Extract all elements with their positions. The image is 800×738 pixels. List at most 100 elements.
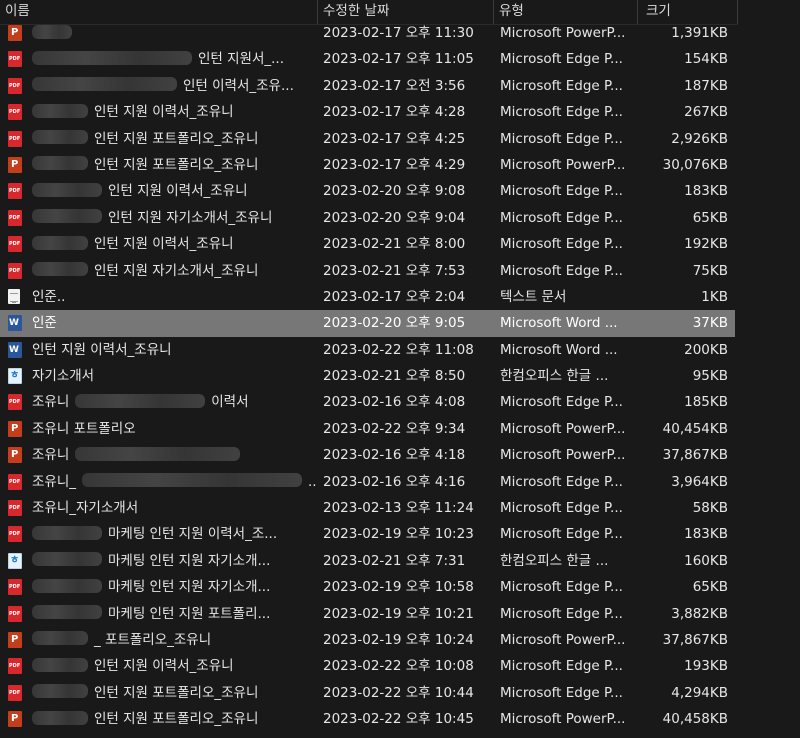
- file-row[interactable]: 인턴 지원 이력서_조유니 2023-02-21 오후 8:00 Microsoft…: [0, 231, 735, 257]
- file-date-modified: 2023-02-21 오후 8:50: [323, 368, 466, 385]
- file-size: 40,454KB: [662, 420, 728, 437]
- file-row[interactable]: 2023-02-17 오후 11:30 Microsoft PowerP... 1,…: [0, 20, 735, 46]
- redacted-text: [75, 393, 206, 408]
- file-row[interactable]: 인턴 지원 이력서_조유니 2023-02-17 오후 4:28 Microsoft…: [0, 99, 735, 125]
- file-icon-cell: [8, 73, 24, 99]
- file-date-modified: 2023-02-20 오후 9:08: [323, 183, 466, 200]
- file-date-modified: 2023-02-17 오전 3:56: [323, 77, 466, 94]
- file-date-modified: 2023-02-22 오후 11:08: [323, 341, 474, 358]
- file-name-text: 인턴 지원서_...: [198, 51, 285, 68]
- redacted-text: [32, 552, 102, 567]
- file-size: 65KB: [692, 209, 728, 226]
- file-date-modified: 2023-02-21 오후 8:00: [323, 236, 466, 253]
- file-date-modified: 2023-02-16 오후 4:18: [323, 447, 466, 464]
- file-size: 185KB: [684, 394, 728, 411]
- txt-file-icon: [8, 288, 20, 304]
- file-row[interactable]: 마케팅 인턴 지원 자기소개... 2023-02-21 오후 7:31 한컴오피스…: [0, 548, 735, 574]
- file-name: 인턴 지원 이력서_조유니: [32, 337, 316, 363]
- hwp-file-icon: [8, 368, 22, 385]
- file-name-text: 조유니_자기소개서: [32, 500, 139, 517]
- redacted-text: [32, 525, 102, 540]
- file-row[interactable]: _ 포트폴리오_조유니 2023-02-19 오후 10:24 Microsoft …: [0, 627, 735, 653]
- file-name-text: 인턴 지원 포트폴리오_조유니: [94, 130, 259, 147]
- ppt-file-icon: [8, 711, 22, 728]
- file-icon-cell: [8, 152, 24, 178]
- file-name: 조유니: [32, 442, 316, 468]
- file-date-modified: 2023-02-19 오후 10:23: [323, 526, 474, 543]
- file-name-text: 인턴 이력서_조유...: [183, 77, 294, 94]
- file-size: 154KB: [684, 51, 728, 68]
- file-name-text: 인턴 지원 포트폴리오_조유니: [94, 684, 259, 701]
- file-row[interactable]: 인준.. 2023-02-17 오후 2:04 텍스트 문서 1KB: [0, 284, 735, 310]
- file-size: 95KB: [692, 368, 728, 385]
- file-row[interactable]: 마케팅 인턴 지원 이력서_조... 2023-02-19 오후 10:23 Mic…: [0, 521, 735, 547]
- file-icon-cell: [8, 416, 24, 442]
- file-row[interactable]: 마케팅 인턴 지원 자기소개... 2023-02-19 오후 10:58 Micr…: [0, 574, 735, 600]
- file-list: 2023-02-17 오후 11:30 Microsoft PowerP... 1,…: [0, 20, 800, 733]
- file-name-text: 마케팅 인턴 지원 이력서_조...: [108, 526, 278, 543]
- file-name-text: 마케팅 인턴 지원 자기소개...: [108, 552, 271, 569]
- file-icon-cell: [8, 680, 24, 706]
- file-row[interactable]: 조유니 이력서 2023-02-16 오후 4:08 Microsoft Edge P…: [0, 389, 735, 415]
- file-type: Microsoft Edge P...: [500, 684, 623, 701]
- file-row[interactable]: 조유니 2023-02-16 오후 4:18 Microsoft PowerP...…: [0, 442, 735, 468]
- file-row[interactable]: 인턴 지원 이력서_조유니 2023-02-20 오후 9:08 Microsoft…: [0, 178, 735, 204]
- ppt-file-icon: [8, 156, 22, 173]
- pdf-file-icon: [8, 684, 22, 701]
- file-size: 65KB: [692, 579, 728, 596]
- file-row[interactable]: 인준 2023-02-20 오후 9:05 Microsoft Word ... 37…: [0, 310, 735, 337]
- file-row[interactable]: 인턴 지원 이력서_조유니 2023-02-22 오후 11:08 Microsof…: [0, 337, 735, 363]
- file-name: 인턴 지원 이력서_조유니: [32, 231, 316, 257]
- file-row[interactable]: 인턴 지원 포트폴리오_조유니 2023-02-17 오후 4:29 Microso…: [0, 152, 735, 178]
- pdf-file-icon: [8, 394, 22, 411]
- file-date-modified: 2023-02-22 오후 10:44: [323, 684, 474, 701]
- file-row[interactable]: 인턴 지원 포트폴리오_조유니 2023-02-22 오후 10:45 Micros…: [0, 706, 735, 732]
- file-name-text: 마케팅 인턴 지원 포트폴리...: [108, 605, 271, 622]
- file-row[interactable]: 조유니_자기소개서 2023-02-13 오후 11:24 Microsoft Ed…: [0, 495, 735, 521]
- file-row[interactable]: 인턴 지원 자기소개서_조유니 2023-02-21 오후 7:53 Microso…: [0, 258, 735, 284]
- file-size: 200KB: [684, 341, 728, 358]
- file-size: 37,867KB: [662, 447, 728, 464]
- file-name-text: 인준: [32, 315, 57, 332]
- file-row[interactable]: 인턴 지원 포트폴리오_조유니 2023-02-22 오후 10:44 Micros…: [0, 680, 735, 706]
- file-row[interactable]: 인턴 지원 이력서_조유니 2023-02-22 오후 10:08 Microsof…: [0, 653, 735, 679]
- file-name: 인턴 지원서_...: [32, 46, 316, 72]
- file-date-modified: 2023-02-17 오후 4:29: [323, 156, 466, 173]
- file-name: 조유니_자기소개서: [32, 495, 316, 521]
- file-name: 인준..: [32, 284, 316, 310]
- pdf-file-icon: [8, 500, 22, 517]
- file-type: Microsoft Edge P...: [500, 262, 623, 279]
- file-name-text: 조유니_: [32, 473, 77, 490]
- file-name-suffix: 이력서: [211, 394, 249, 411]
- file-icon-cell: [8, 574, 24, 600]
- file-row[interactable]: 인턴 지원 자기소개서_조유니 2023-02-20 오후 9:04 Microso…: [0, 205, 735, 231]
- pdf-file-icon: [8, 183, 22, 200]
- file-row[interactable]: 마케팅 인턴 지원 포트폴리... 2023-02-19 오후 10:21 Micr…: [0, 601, 735, 627]
- redacted-text: [32, 182, 102, 197]
- file-type: Microsoft PowerP...: [500, 631, 626, 648]
- file-row[interactable]: 인턴 지원 포트폴리오_조유니 2023-02-17 오후 4:25 Microso…: [0, 126, 735, 152]
- file-name-text: 인턴 지원 이력서_조유니: [94, 658, 234, 675]
- file-icon-cell: [8, 469, 24, 495]
- redacted-text: [32, 262, 88, 277]
- file-name: 마케팅 인턴 지원 포트폴리...: [32, 601, 316, 627]
- file-row[interactable]: 조유니_... 2023-02-16 오후 4:16 Microsoft Edge …: [0, 469, 735, 495]
- file-icon-cell: [8, 389, 24, 415]
- file-row[interactable]: 인턴 이력서_조유... 2023-02-17 오전 3:56 Microsoft …: [0, 73, 735, 99]
- pdf-file-icon: [8, 209, 22, 226]
- file-icon-cell: [8, 46, 24, 72]
- file-name: 인턴 지원 포트폴리오_조유니: [32, 152, 316, 178]
- file-row[interactable]: 자기소개서 2023-02-21 오후 8:50 한컴오피스 한글 ... 95KB: [0, 363, 735, 389]
- file-date-modified: 2023-02-19 오후 10:58: [323, 579, 474, 596]
- redacted-text: [32, 710, 88, 725]
- redacted-text: [32, 209, 102, 224]
- file-size: 37,867KB: [662, 631, 728, 648]
- redacted-text: [32, 605, 102, 620]
- file-name: 자기소개서: [32, 363, 316, 389]
- file-name: _ 포트폴리오_조유니: [32, 627, 316, 653]
- file-row[interactable]: 조유니 포트폴리오 2023-02-22 오후 9:34 Microsoft Pow…: [0, 416, 735, 442]
- file-row[interactable]: 인턴 지원서_... 2023-02-17 오후 11:05 Microsoft E…: [0, 46, 735, 72]
- file-size: 4,294KB: [671, 684, 728, 701]
- file-size: 40,458KB: [662, 711, 728, 728]
- ppt-file-icon: [8, 447, 22, 464]
